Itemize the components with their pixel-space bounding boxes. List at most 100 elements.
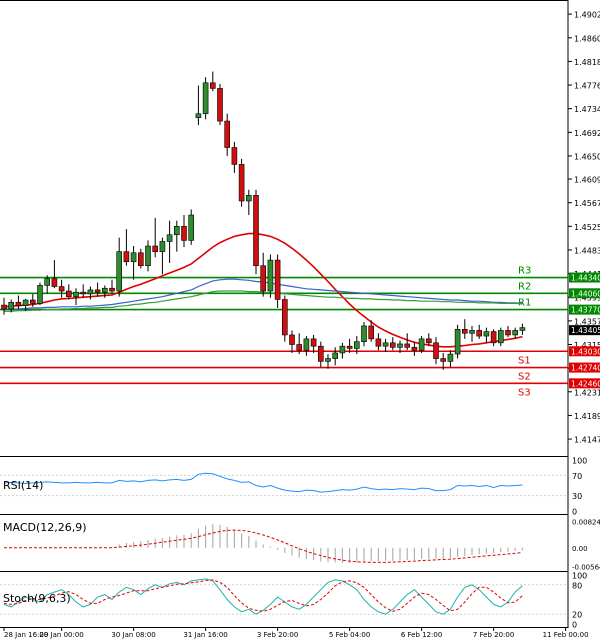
candle-body-up xyxy=(246,195,252,202)
candle-body-down xyxy=(109,287,115,292)
candle-body-up xyxy=(130,252,137,263)
candle-body-down xyxy=(281,299,288,336)
candle-body-up xyxy=(87,289,94,295)
candle-body-down xyxy=(289,334,295,345)
pivot-label-s3: S3 xyxy=(518,387,531,398)
candle-body-up xyxy=(102,287,108,293)
time-tick-label: 6 Feb 12:00 xyxy=(401,631,442,639)
time-tick-label: 29 Jan 00:00 xyxy=(39,631,83,639)
level-tag-text-r3: 1.44340 xyxy=(571,274,600,283)
candle-body-up xyxy=(145,245,151,267)
candle-body-down xyxy=(274,259,281,300)
price-chart: R3R2R1S1S2S3 1.490201.486001.481801.4776… xyxy=(0,0,600,640)
candle-body-down xyxy=(238,164,245,202)
candle-body-up xyxy=(37,285,43,304)
candle-body-down xyxy=(296,344,303,351)
rsi-tick-label: 30 xyxy=(572,492,582,501)
candle-body-up xyxy=(44,278,51,286)
candle-body-up xyxy=(519,327,526,331)
candle-body-down xyxy=(29,299,36,304)
candle-body-down xyxy=(476,330,483,337)
stoch-title: Stoch(9,6,3) xyxy=(3,592,71,605)
price-tick-label: 1.49020 xyxy=(574,11,600,20)
price-tick-label: 1.45250 xyxy=(574,223,600,232)
stoch-tick-label: 0 xyxy=(572,621,577,630)
price-tick-label: 1.45670 xyxy=(574,199,600,208)
candle-body-down xyxy=(94,289,101,293)
pivot-label-s2: S2 xyxy=(518,372,531,383)
rsi-title: RSI(14) xyxy=(3,479,43,492)
price-tick-label: 1.43570 xyxy=(574,317,600,326)
price-tick-label: 1.47760 xyxy=(574,82,600,91)
candle-body-down xyxy=(224,120,230,148)
candle-body-down xyxy=(505,330,511,336)
candle-body-up xyxy=(195,113,202,118)
level-tag-text-r1: 1.43770 xyxy=(571,306,600,315)
candle-body-down xyxy=(411,347,418,351)
candle-body-down xyxy=(58,286,65,292)
candle-body-down xyxy=(461,329,468,334)
rsi-tick-label: 0 xyxy=(572,508,577,517)
price-tick-label: 1.44830 xyxy=(574,246,600,255)
candle-body-down xyxy=(66,290,72,297)
candle-body-down xyxy=(217,88,223,122)
candle-body-down xyxy=(375,338,382,347)
candle-body-down xyxy=(51,278,58,287)
candle-body-up xyxy=(418,338,425,351)
last-price-text: 1.43405 xyxy=(571,326,600,335)
stoch-tick-label: 20 xyxy=(572,611,582,620)
price-tick-label: 1.48180 xyxy=(574,58,600,67)
stoch-tick-label: 80 xyxy=(572,581,582,590)
candle-body-down xyxy=(181,226,187,241)
candle-body-up xyxy=(166,234,173,242)
price-tick-label: 1.41470 xyxy=(574,436,600,445)
candle-body-down xyxy=(389,342,396,348)
time-tick-label: 5 Feb 04:00 xyxy=(329,631,370,639)
chart-background xyxy=(0,0,600,640)
price-tick-label: 1.48600 xyxy=(574,34,600,43)
level-tag-text-s2: 1.42740 xyxy=(571,364,600,373)
candle-body-down xyxy=(425,338,432,344)
candle-body-up xyxy=(469,330,475,334)
macd-title: MACD(12,26,9) xyxy=(3,521,87,534)
pivot-label-r3: R3 xyxy=(518,266,531,277)
candle-body-up xyxy=(332,352,339,359)
candle-body-down xyxy=(15,301,22,306)
candle-body-up xyxy=(382,342,389,347)
price-tick-label: 1.41890 xyxy=(574,412,600,421)
price-tick-label: 1.46500 xyxy=(574,152,600,161)
candle-body-up xyxy=(339,345,346,354)
candle-body-down xyxy=(210,82,216,89)
time-tick-label: 31 Jan 16:00 xyxy=(183,631,227,639)
price-tick-label: 1.46920 xyxy=(574,129,600,138)
candle-body-up xyxy=(397,343,403,348)
candle-body-down xyxy=(404,343,411,348)
candle-body-down xyxy=(123,251,130,263)
candle-body-up xyxy=(73,291,79,297)
candle-body-down xyxy=(440,358,447,362)
candle-body-down xyxy=(310,338,317,347)
candle-body-down xyxy=(433,342,439,359)
time-tick-label: 30 Jan 08:00 xyxy=(111,631,155,639)
pivot-label-s1: S1 xyxy=(518,355,531,366)
candle-body-down xyxy=(1,304,7,310)
candle-body-up xyxy=(188,214,194,241)
candle-body-up xyxy=(174,226,180,236)
macd-tick-label: -0.005648 xyxy=(572,564,600,572)
macd-tick-label: 0.008248 xyxy=(572,518,600,526)
level-tag-text-s1: 1.43030 xyxy=(571,347,600,356)
price-tick-label: 1.42310 xyxy=(574,388,600,397)
time-tick-label: 3 Feb 20:00 xyxy=(257,631,298,639)
candle-body-down xyxy=(317,345,324,362)
candle-body-up xyxy=(202,82,209,115)
level-tag-text-s3: 1.42460 xyxy=(571,379,600,388)
candle-body-down xyxy=(253,195,259,267)
level-price-tags: 1.44340 1.44060 1.43770 1.43030 1.42740 1.424… xyxy=(569,272,600,389)
candle-body-up xyxy=(361,325,367,342)
candle-body-up xyxy=(447,353,454,362)
stoch-tick-label: 100 xyxy=(572,572,587,581)
time-tick-label: 7 Feb 20:00 xyxy=(473,631,514,639)
level-tag-text-r2: 1.44060 xyxy=(571,289,600,298)
candle-body-up xyxy=(483,331,490,337)
candle-body-up xyxy=(267,259,274,292)
